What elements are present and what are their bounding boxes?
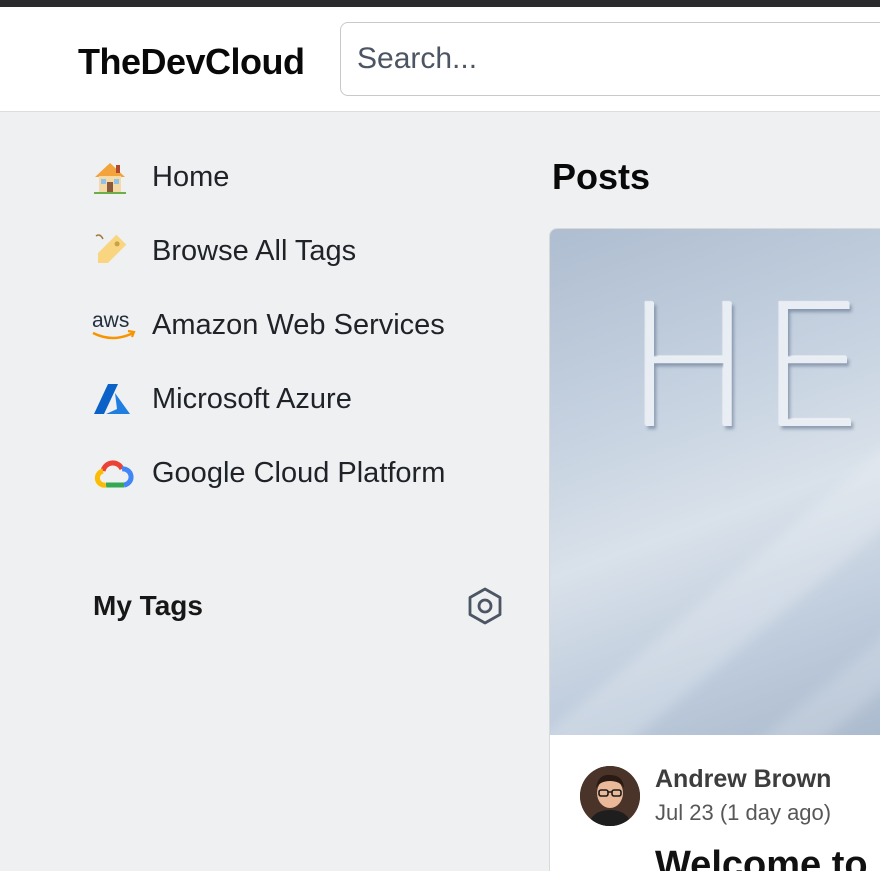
site-header: TheDevCloud (0, 7, 880, 112)
post-date: Jul 23 (1 day ago) (655, 800, 832, 825)
sidebar-item-azure[interactable]: Microsoft Azure (90, 362, 510, 436)
sidebar-item-label: Browse All Tags (152, 234, 357, 267)
hexagon-gear-icon[interactable] (465, 586, 505, 626)
google-cloud-logo-icon (90, 453, 140, 493)
tag-icon (90, 231, 140, 271)
sidebar-item-home[interactable]: Home (90, 140, 510, 214)
sidebar-item-gcp[interactable]: Google Cloud Platform (90, 436, 510, 510)
my-tags-header: My Tags (93, 586, 505, 626)
aws-logo-text: aws (92, 309, 129, 332)
azure-logo-icon (90, 379, 140, 419)
aws-logo-icon: aws (90, 305, 140, 345)
post-card[interactable]: HEL Andrew Brown Jul 23 (1 day ago) Welc… (549, 228, 880, 871)
post-author: Andrew Brown Jul 23 (1 day ago) (580, 765, 831, 826)
sidebar-item-label: Microsoft Azure (152, 382, 352, 415)
window-top-strip (0, 0, 880, 7)
posts-title: Posts (552, 156, 651, 197)
cover-text: HEL (625, 269, 880, 467)
avatar[interactable] (580, 765, 640, 826)
author-name[interactable]: Andrew Brown (655, 765, 831, 794)
site-logo[interactable]: TheDevCloud (78, 41, 305, 83)
post-cover-image[interactable]: HEL (550, 229, 880, 735)
sidebar-item-label: Home (152, 160, 230, 193)
search-input[interactable] (340, 22, 880, 96)
sidebar-item-label: Google Cloud Platform (152, 456, 446, 489)
sidebar-item-browse-tags[interactable]: Browse All Tags (90, 214, 510, 288)
house-icon (90, 157, 140, 197)
post-title[interactable]: Welcome to (655, 844, 868, 871)
sidebar-item-label: Amazon Web Services (152, 308, 445, 341)
sidebar-item-aws[interactable]: aws Amazon Web Services (90, 288, 510, 362)
sidebar-nav: Home Browse All Tags aws Amazon Web Serv… (90, 140, 510, 510)
my-tags-title: My Tags (93, 590, 203, 621)
author-info: Andrew Brown Jul 23 (1 day ago) (655, 765, 831, 826)
